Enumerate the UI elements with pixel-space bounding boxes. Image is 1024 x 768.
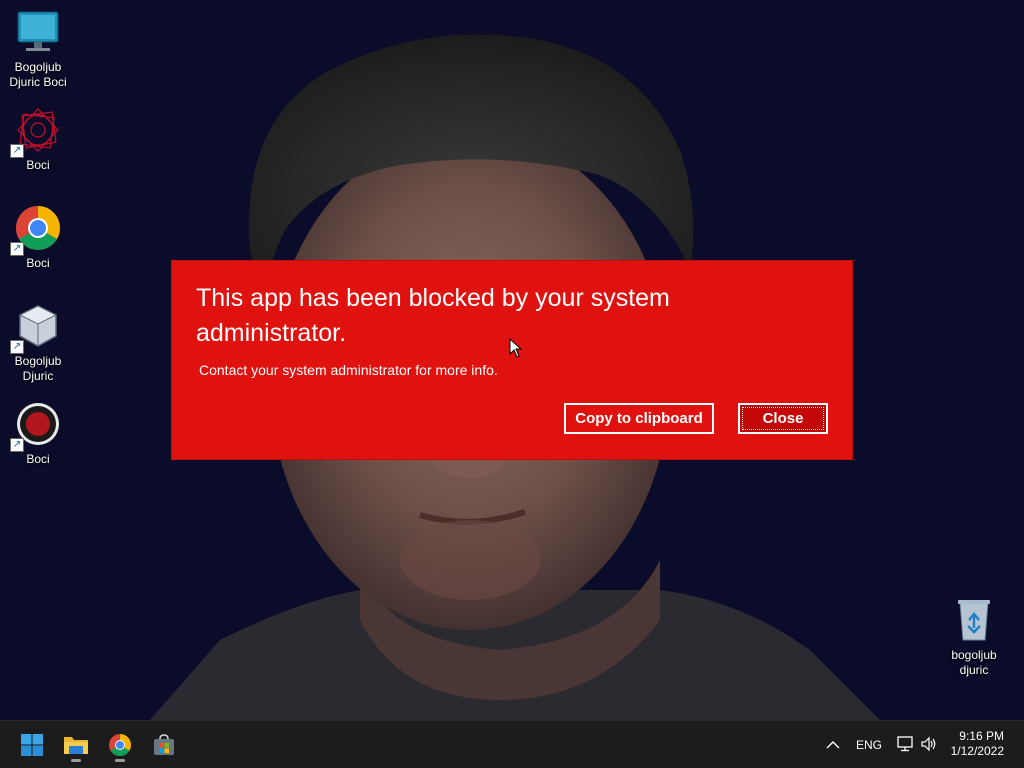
windows-start-icon [21, 734, 43, 756]
red-geometric-icon: ↗ [10, 106, 62, 158]
clock-time: 9:16 PM [959, 729, 1004, 743]
store-icon [154, 734, 174, 755]
desktop-icon-label: Bogoljub Djuric [14, 354, 62, 383]
desktop-icon-label: Boci [26, 452, 50, 466]
desktop-icon-boci-record[interactable]: ↗ Boci [0, 400, 76, 467]
running-indicator [115, 759, 125, 762]
dialog-message: Contact your system administrator for mo… [199, 362, 498, 378]
desktop-icon-boci-chrome[interactable]: ↗ Boci [0, 204, 76, 271]
desktop-icon-label: Boci [26, 256, 50, 270]
desktop-icon-label: Bogoljub Djuric Boci [9, 60, 67, 89]
taskbar: ENG 9:16 PM 1/12/2022 [0, 720, 1024, 768]
record-icon: ↗ [10, 400, 62, 452]
shortcut-arrow-icon: ↗ [10, 144, 24, 158]
desktop-icon-bogoljub-djuric-boci[interactable]: Bogoljub Djuric Boci [0, 8, 76, 90]
store-button[interactable] [146, 727, 182, 763]
show-hidden-icons-chevron-up-icon[interactable] [826, 738, 840, 750]
desktop-icon-bogoljub-djuric[interactable]: ↗ Bogoljub Djuric [0, 302, 76, 384]
virtualbox-icon: ↗ [10, 302, 62, 354]
desktop: Bogoljub Djuric Boci ↗ Boci ↗ Boci ↗ Bog… [0, 0, 1024, 720]
chrome-icon: ↗ [10, 204, 62, 256]
file-explorer-button[interactable] [58, 727, 94, 763]
desktop-icon-label: bogoljub djuric [951, 648, 997, 677]
language-indicator[interactable]: ENG [856, 738, 882, 752]
recycle-bin-icon [950, 596, 998, 644]
clock-date: 1/12/2022 [950, 744, 1004, 758]
volume-icon[interactable] [920, 736, 938, 752]
desktop-icon-recycle-bin[interactable]: bogoljub djuric [936, 596, 1012, 678]
dialog-title: This app has been blocked by your system… [196, 284, 670, 347]
chrome-icon [109, 734, 131, 756]
copy-to-clipboard-button[interactable]: Copy to clipboard [564, 403, 714, 434]
start-button[interactable] [14, 727, 50, 763]
clock[interactable]: 9:16 PM 1/12/2022 [951, 729, 1004, 759]
desktop-icon-boci-1[interactable]: ↗ Boci [0, 106, 76, 173]
shortcut-arrow-icon: ↗ [10, 242, 24, 256]
close-button[interactable]: Close [738, 403, 828, 434]
shortcut-arrow-icon: ↗ [10, 438, 24, 452]
app-blocked-dialog: This app has been blocked by your system… [172, 261, 852, 459]
chrome-taskbar-button[interactable] [102, 727, 138, 763]
running-indicator [71, 759, 81, 762]
shortcut-arrow-icon: ↗ [10, 340, 24, 354]
mouse-cursor-icon [509, 338, 523, 358]
folder-icon [64, 737, 88, 754]
monitor-icon [14, 8, 62, 56]
network-icon[interactable] [897, 736, 915, 752]
desktop-icon-label: Boci [26, 158, 50, 172]
